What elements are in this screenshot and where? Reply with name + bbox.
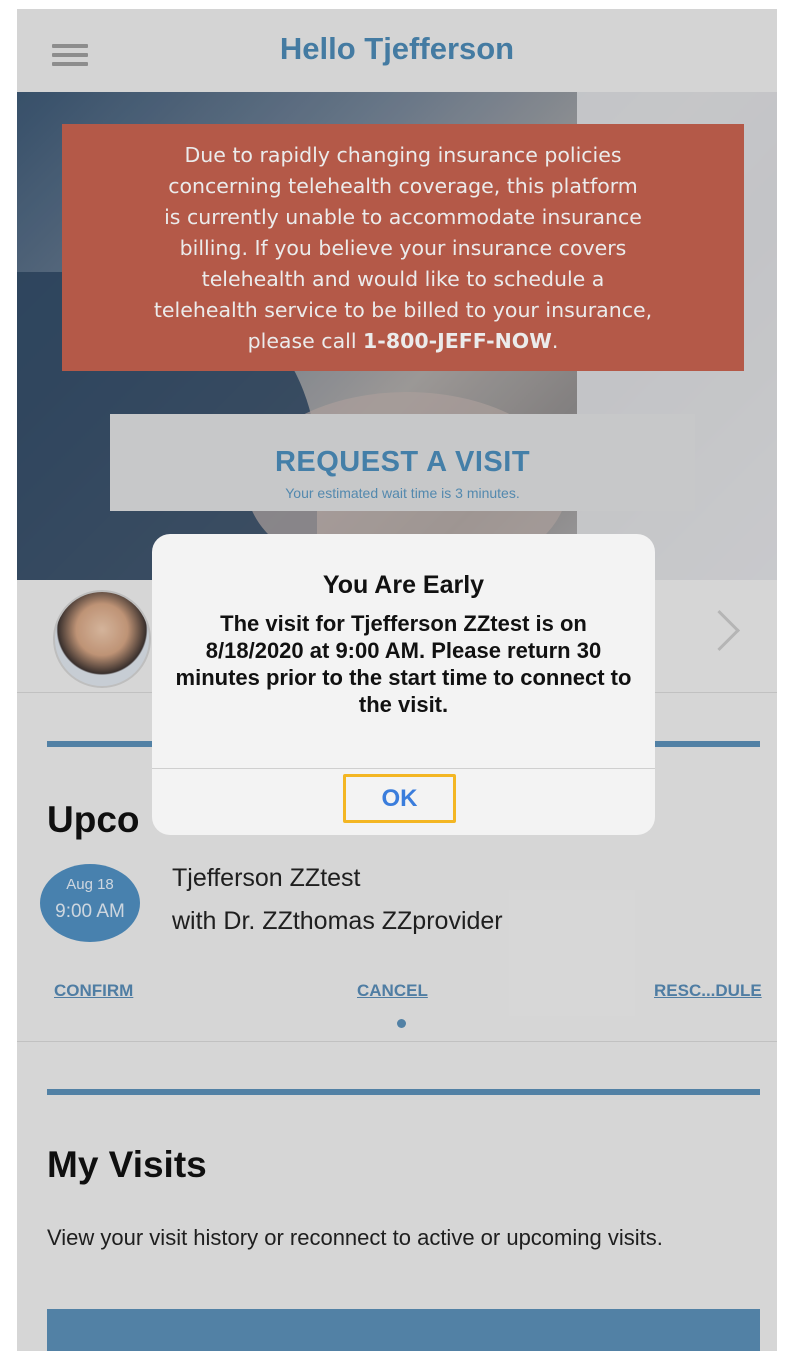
alert-title: You Are Early [322,571,485,599]
alert-divider [152,768,655,769]
alert-message: The visit for Tjefferson ZZtest is on 8/… [175,611,632,717]
app-screen: Hello Tjefferson Due to rapidly changing… [17,9,777,1351]
ok-button[interactable]: OK [343,774,456,823]
early-visit-alert: You Are Early The visit for Tjefferson Z… [152,534,655,835]
